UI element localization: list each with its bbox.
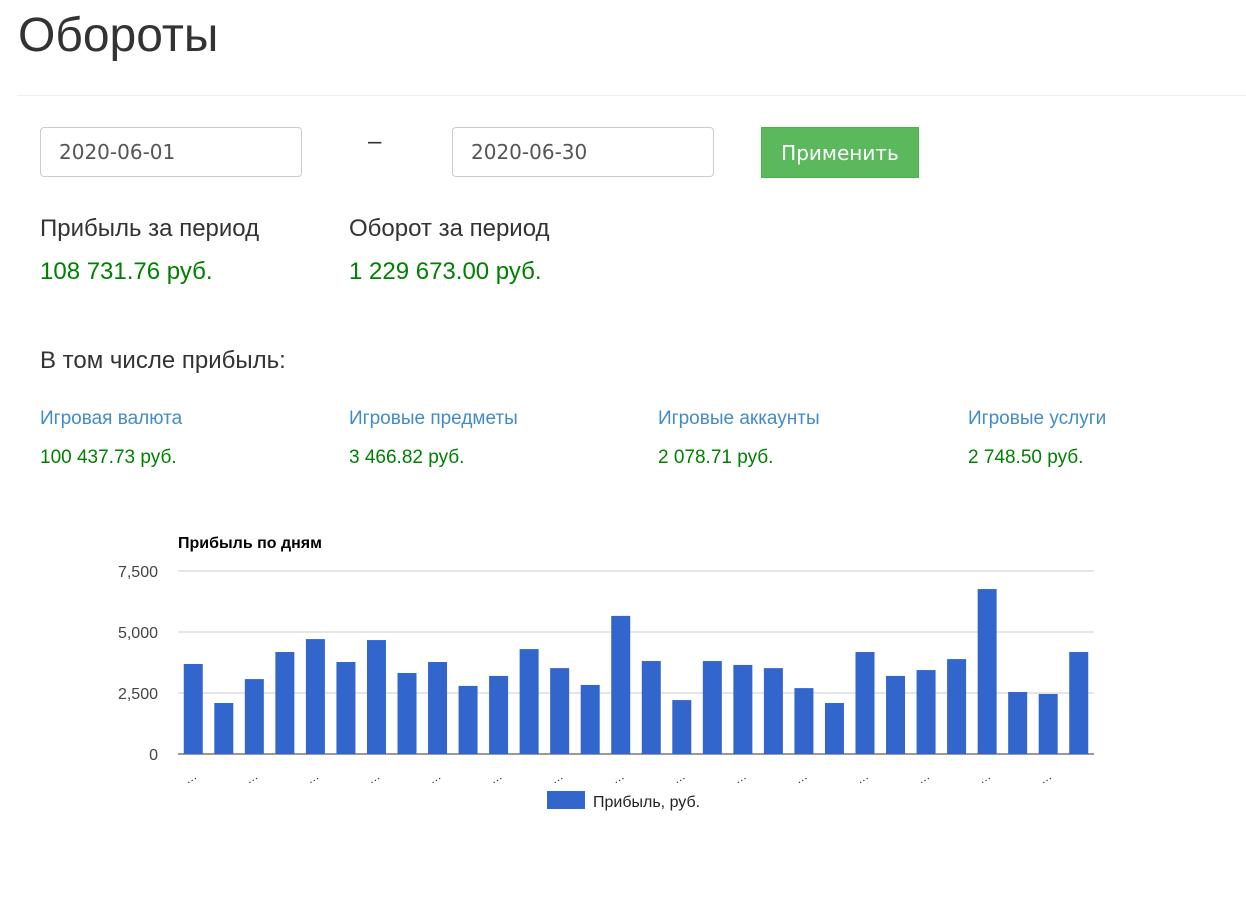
x-tick-label: … [487,768,504,786]
bar[interactable] [763,668,783,754]
x-tick-label: … [548,768,565,786]
x-tick-label: … [609,768,626,786]
x-tick-label: … [792,768,809,786]
bar[interactable] [244,679,264,754]
x-tick-label: … [426,768,443,786]
x-tick-label: … [304,768,321,786]
bar[interactable] [428,662,448,754]
bar[interactable] [916,670,936,754]
bar[interactable] [489,675,509,754]
bar[interactable] [1008,692,1028,754]
bar[interactable] [947,659,967,754]
x-tick-label: … [182,768,199,786]
x-tick-label: … [915,768,932,786]
x-tick-label: … [365,768,382,786]
bar[interactable] [458,685,478,754]
bar[interactable] [397,672,417,754]
bar[interactable] [214,703,234,754]
bar[interactable] [1038,693,1058,754]
bar[interactable] [519,649,539,754]
bar[interactable] [702,661,722,754]
bar[interactable] [550,668,570,754]
bar[interactable] [580,684,600,754]
bar[interactable] [794,688,814,754]
bar[interactable] [305,639,325,754]
bar[interactable] [183,663,203,754]
bar[interactable] [611,615,631,754]
y-tick-label: 7,500 [118,564,158,581]
bar[interactable] [641,661,661,754]
legend-label: Прибыль, руб. [593,794,700,811]
bar[interactable] [336,662,356,754]
y-tick-label: 5,000 [118,625,158,642]
profit-chart: Прибыль по дням 0 2,500 5,000 7,500 … … … … … … … …… [118,535,1094,811]
bar[interactable] [733,664,753,754]
bar[interactable] [977,589,997,754]
y-tick-label: 0 [149,747,158,764]
x-tick-label: … [1037,768,1054,786]
bar[interactable] [366,640,386,754]
bar[interactable] [1069,652,1089,754]
chart-title: Прибыль по дням [178,535,322,552]
bar[interactable] [886,675,906,754]
x-tick-label: … [243,768,260,786]
x-tick-label: … [670,768,687,786]
bar[interactable] [672,700,692,754]
x-tick-label: … [976,768,993,786]
x-tick-label: … [854,768,871,786]
bar[interactable] [824,703,844,754]
legend-swatch [547,791,585,809]
bar[interactable] [855,652,875,754]
x-tick-label: … [731,768,748,786]
bar[interactable] [275,652,295,754]
y-tick-label: 2,500 [118,686,158,703]
